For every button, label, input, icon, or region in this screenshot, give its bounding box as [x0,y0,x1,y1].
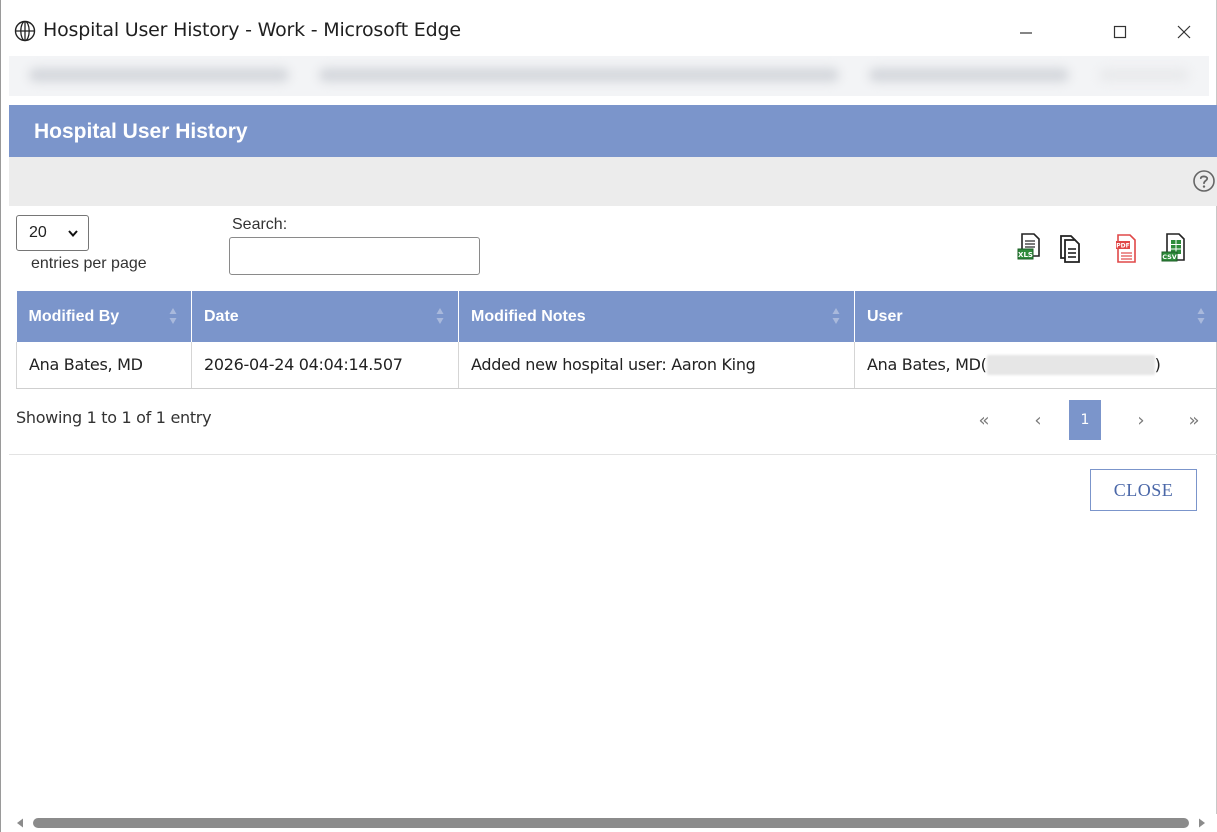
sort-icon [1197,308,1204,324]
user-name: Ana Bates, MD( [867,354,987,374]
browser-window: Hospital User History - Work - Microsoft… [0,0,1217,832]
search-input[interactable] [229,237,480,275]
page-title: Hospital User History [34,120,248,143]
maximize-button[interactable] [1097,14,1143,50]
scrollbar-thumb[interactable] [33,818,1189,828]
sort-icon [832,308,840,324]
last-page-button[interactable]: » [1176,400,1212,440]
horizontal-scrollbar[interactable] [1,814,1217,832]
toolbar-band [9,157,1217,206]
address-blur [1099,68,1189,82]
svg-text:XLS: XLS [1018,251,1033,259]
previous-page-button[interactable]: ‹ [1023,400,1053,440]
column-header-label: Modified Notes [471,307,586,325]
cell-user: Ana Bates, MD() [854,342,1217,389]
redacted-text [986,355,1155,375]
history-table: Modified By Date Modified Notes User Ana… [16,291,1217,389]
svg-text:PDF: PDF [1116,243,1129,250]
address-blur [29,68,289,82]
address-blur [319,68,839,82]
column-header-modified-notes[interactable]: Modified Notes [458,291,855,342]
table-row: Ana Bates, MD 2026-04-24 04:04:14.507 Ad… [16,342,1217,389]
minimize-icon [1020,32,1032,34]
next-page-button[interactable]: › [1126,400,1156,440]
scroll-right-icon[interactable] [1197,817,1207,829]
sort-icon [169,308,177,324]
column-header-label: User [867,307,903,325]
column-header-label: Date [204,307,239,325]
table-info: Showing 1 to 1 of 1 entry [16,408,212,427]
user-suffix: ) [1154,354,1161,374]
column-header-date[interactable]: Date [191,291,459,342]
search-label: Search: [232,216,288,233]
column-header-modified-by[interactable]: Modified By [16,291,192,342]
scroll-left-icon[interactable] [15,817,25,829]
help-icon[interactable] [1192,169,1216,193]
close-button[interactable]: CLOSE [1090,469,1197,511]
page-length-value: 20 [29,224,47,241]
svg-text:CSV: CSV [1162,253,1177,261]
title-bar: Hospital User History - Work - Microsoft… [1,0,1216,56]
csv-export-icon[interactable]: CSV [1161,232,1187,264]
cell-modified-notes: Added new hospital user: Aaron King [458,342,855,389]
globe-icon [14,20,36,42]
sort-icon [436,308,444,324]
divider [9,454,1217,455]
header-band: Hospital User History [9,105,1217,157]
cell-date: 2026-04-24 04:04:14.507 [191,342,459,389]
pdf-export-icon[interactable]: PDF [1113,232,1139,264]
address-blur [869,68,1069,82]
excel-export-icon[interactable]: XLS [1016,232,1042,264]
window-title: Hospital User History - Work - Microsoft… [43,19,461,41]
first-page-button[interactable]: « [966,400,1002,440]
page-length-select[interactable]: 20 [16,215,89,251]
minimize-button[interactable] [1003,14,1049,50]
cell-modified-by: Ana Bates, MD [16,342,192,389]
column-header-user[interactable]: User [854,291,1217,342]
close-icon [1177,25,1191,39]
maximize-icon [1113,25,1127,39]
current-page-button[interactable]: 1 [1069,400,1101,440]
column-header-label: Modified By [28,307,120,325]
table-header-row: Modified By Date Modified Notes User [16,291,1217,342]
copy-icon[interactable] [1057,232,1083,264]
page-length-label: entries per page [31,255,147,272]
chevron-down-icon [68,230,78,238]
address-bar[interactable] [9,56,1209,96]
close-window-button[interactable] [1161,14,1207,50]
